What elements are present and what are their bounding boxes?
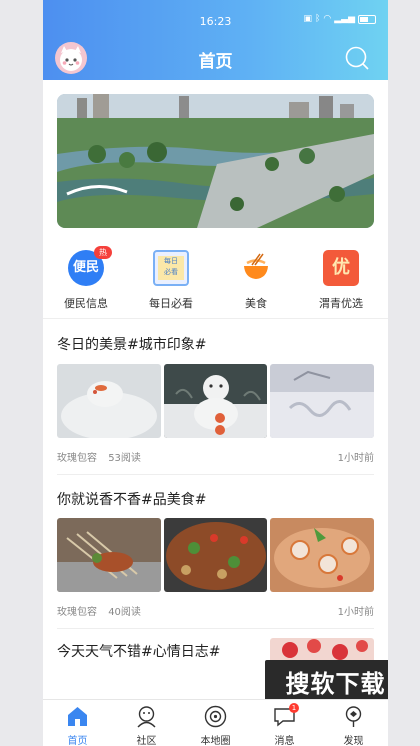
wifi-icon: ◠ [323, 14, 332, 24]
tab-label: 本地圈 [200, 736, 231, 746]
nfc-icon: ▣ [303, 14, 312, 24]
quick-nav-label: 便民信息 [64, 297, 108, 310]
post-author[interactable]: 玫瑰包容 [57, 607, 97, 618]
bluetooth-icon: ᛒ [314, 14, 321, 24]
tab-label: 消息 [274, 736, 295, 746]
tab-label: 首页 [67, 736, 88, 746]
post-thumbnail[interactable] [270, 364, 375, 438]
post-thumbnail[interactable] [163, 518, 268, 592]
battery-icon [358, 14, 376, 24]
page-title: 首页 [198, 52, 233, 72]
post-reads: 40阅读 [108, 607, 141, 618]
tab-discover[interactable]: 发现 [319, 700, 388, 746]
shop-icon: 优 [323, 250, 359, 286]
post-meta: 玫瑰包容 40阅读 1小时前 [57, 603, 374, 618]
hot-badge: 热 [94, 246, 112, 259]
post-thumbnail[interactable] [57, 364, 161, 438]
home-icon [65, 704, 90, 729]
tab-community[interactable]: 社区 [112, 700, 181, 746]
post-reads: 53阅读 [108, 453, 141, 464]
post-thumbnail[interactable] [57, 518, 161, 592]
tab-label: 发现 [343, 736, 364, 746]
banner-image[interactable] [57, 94, 374, 228]
divider [43, 318, 388, 319]
post-title[interactable]: 今天天气不错#心情日志# [57, 641, 220, 661]
local-circle-icon [203, 704, 228, 729]
tab-local-circle[interactable]: 本地圈 [181, 700, 250, 746]
status-bar: 16:23 ▣ ᛒ ◠ ▂▃▅ [43, 0, 388, 40]
message-badge: 1 [289, 703, 299, 713]
tab-home[interactable]: 首页 [43, 700, 112, 746]
tab-messages[interactable]: 1 消息 [250, 700, 319, 746]
daily-icon: 每日 必看 [153, 250, 189, 286]
post-images[interactable] [57, 518, 375, 592]
bottom-tab-bar: 首页 社区 本地圈 1 消息 发现 [43, 699, 388, 746]
post-images[interactable] [57, 364, 375, 438]
post-title[interactable]: 你就说香不香#品美食# [57, 489, 206, 509]
post-time: 1小时前 [337, 607, 374, 618]
post-separator [57, 628, 374, 629]
post-separator [57, 474, 374, 475]
post-title[interactable]: 冬日的美景#城市印象# [57, 334, 206, 354]
quick-nav-label: 渭青优选 [319, 297, 363, 310]
post-meta: 玫瑰包容 53阅读 1小时前 [57, 449, 374, 464]
post-thumbnail[interactable] [163, 364, 268, 438]
app-screen: 16:23 ▣ ᛒ ◠ ▂▃▅ 首页 便民 热 便民信息 每日 必看 每日必看 … [43, 0, 388, 746]
discover-icon [341, 704, 366, 729]
search-icon[interactable] [344, 45, 370, 71]
post-thumbnail[interactable] [270, 518, 375, 592]
signal-icon: ▂▃▅ [334, 14, 355, 24]
post-author[interactable]: 玫瑰包容 [57, 453, 97, 464]
bowl-icon [238, 250, 274, 286]
quick-nav-label: 每日必看 [149, 297, 193, 310]
quick-nav-label: 美食 [245, 297, 267, 310]
tab-label: 社区 [136, 736, 157, 746]
status-icons: ▣ ᛒ ◠ ▂▃▅ [303, 14, 376, 24]
top-header: 16:23 ▣ ᛒ ◠ ▂▃▅ 首页 [43, 0, 388, 80]
quick-nav: 便民 热 便民信息 每日 必看 每日必看 美食 优 渭青优选 [43, 246, 388, 312]
post-time: 1小时前 [337, 453, 374, 464]
community-icon [134, 704, 159, 729]
